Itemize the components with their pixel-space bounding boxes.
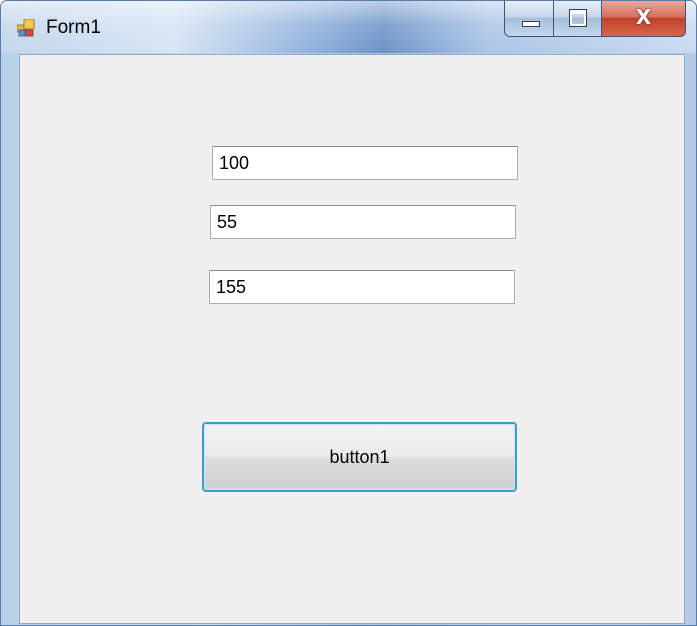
close-button[interactable]: X [602, 1, 686, 37]
form-client-area: 100 55 155 button1 [19, 54, 685, 624]
form1-window: Form1 X 100 55 155 button1 [0, 0, 697, 626]
caption-buttons: X [504, 1, 686, 39]
maximize-icon [569, 9, 587, 27]
title-bar[interactable]: Form1 X [1, 1, 696, 53]
window-title: Form1 [46, 17, 101, 38]
minimize-icon [522, 21, 540, 27]
textbox2[interactable]: 55 [210, 205, 516, 239]
textbox3[interactable]: 155 [209, 270, 515, 304]
maximize-button[interactable] [554, 1, 602, 37]
close-icon: X [635, 5, 652, 29]
button1[interactable]: button1 [202, 422, 517, 492]
winforms-app-icon [17, 19, 35, 37]
button1-label: button1 [329, 446, 390, 467]
minimize-button[interactable] [504, 1, 554, 37]
textbox1[interactable]: 100 [212, 146, 518, 180]
